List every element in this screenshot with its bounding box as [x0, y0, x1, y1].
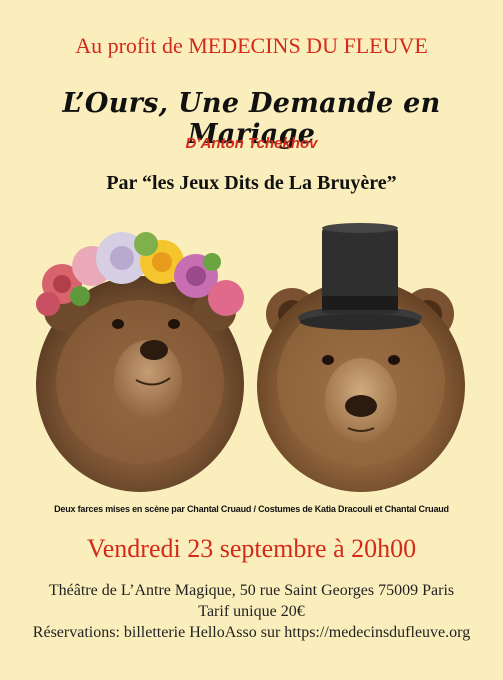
price-line: Tarif unique 20€: [198, 603, 305, 620]
bear-top-hat-image: [257, 223, 465, 492]
date-time: Vendredi 23 septembre à 20h00: [86, 534, 417, 563]
author-line: D’Anton Tchekhov: [185, 135, 318, 152]
booking-line: Réservations: billetterie HelloAsso sur …: [32, 624, 471, 641]
troupe-line: Par “les Jeux Dits de La Bruyère”: [106, 172, 397, 194]
bear-flower-crown-image: [36, 232, 244, 492]
credits-line: Deux farces mises en scène par Chantal C…: [54, 504, 449, 514]
top-hat: [298, 223, 422, 330]
poster: Au profit de MEDECINS DU FLEUVE L’Ours, …: [0, 0, 503, 680]
benefit-line: Au profit de MEDECINS DU FLEUVE: [75, 33, 428, 58]
venue-address: Théâtre de L’Antre Magique, 50 rue Saint…: [48, 582, 455, 599]
